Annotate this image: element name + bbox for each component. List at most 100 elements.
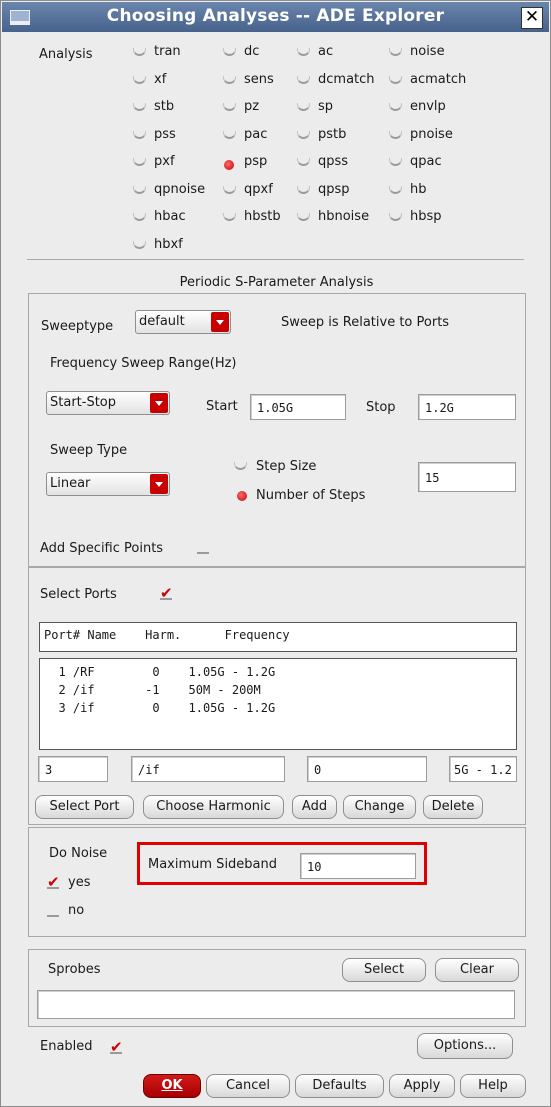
frequency-input[interactable]: 5G - 1.2 [449, 756, 517, 782]
analysis-radio-qpnoise[interactable] [133, 185, 146, 194]
port-number-input[interactable]: 3 [38, 756, 108, 782]
ports-table-header: Port# Name Harm. Frequency [39, 622, 517, 652]
cancel-button[interactable]: Cancel [206, 1074, 290, 1098]
analysis-radio-hbsp[interactable] [389, 213, 402, 221]
sprobes-select-button[interactable]: Select [342, 958, 426, 982]
change-button[interactable]: Change [343, 795, 416, 819]
sweeptype-value: default [139, 314, 185, 329]
analysis-radio-hbnoise[interactable] [297, 213, 310, 221]
analysis-radio-stb[interactable] [133, 103, 146, 111]
select-ports-checkbox[interactable]: ✔ [160, 584, 173, 602]
range-mode-value: Start-Stop [50, 395, 117, 410]
noise-no-checkbox[interactable] [47, 905, 59, 917]
harmonic-input[interactable]: 0 [307, 756, 427, 782]
noise-panel: Do Noise ✔ yes no Maximum Sideband 10 [28, 827, 526, 937]
analysis-label-qpsp: qpsp [318, 181, 350, 197]
sweep-panel: Sweeptype default Sweep is Relative to P… [28, 293, 526, 567]
table-row[interactable]: 2 /if -1 50M - 200M [44, 683, 260, 697]
chevron-down-icon [150, 474, 168, 494]
step-size-label: Step Size [256, 459, 317, 474]
analysis-label-hbxf: hbxf [154, 236, 183, 252]
start-label: Start [206, 399, 238, 414]
title-bar[interactable]: Choosing Analyses -- ADE Explorer ✕ [2, 2, 549, 32]
analysis-radio-qpac[interactable] [389, 158, 402, 166]
num-steps-input[interactable]: 15 [418, 462, 516, 492]
defaults-button[interactable]: Defaults [295, 1074, 384, 1098]
sweeptype-label: Sweeptype [41, 319, 114, 334]
step-size-radio[interactable] [234, 462, 247, 470]
select-port-button[interactable]: Select Port [35, 795, 134, 819]
sweep-type-dropdown[interactable]: Linear [46, 472, 170, 496]
sweeptype-dropdown[interactable]: default [135, 310, 231, 334]
analysis-radio-pxf[interactable] [133, 158, 146, 166]
help-button[interactable]: Help [460, 1074, 526, 1098]
num-steps-radio[interactable] [237, 491, 247, 501]
analysis-radio-pss[interactable] [133, 130, 146, 139]
analysis-radio-pstb[interactable] [297, 130, 310, 139]
analysis-label-envlp: envlp [410, 99, 446, 114]
analysis-label-hbac: hbac [154, 209, 186, 224]
options-button[interactable]: Options... [417, 1033, 513, 1059]
noise-no-label: no [68, 903, 85, 918]
enabled-checkbox[interactable]: ✔ [110, 1038, 123, 1056]
analysis-radio-pac[interactable] [223, 130, 236, 139]
analysis-radio-hbac[interactable] [133, 213, 146, 221]
analysis-radio-qpxf[interactable] [223, 185, 236, 194]
section-title: Periodic S-Parameter Analysis [179, 275, 374, 290]
analysis-radio-pnoise[interactable] [389, 130, 402, 139]
analysis-radio-dcmatch[interactable] [297, 75, 310, 84]
table-row[interactable]: 3 /if 0 1.05G - 1.2G [44, 701, 275, 715]
checkbox-box [160, 595, 172, 600]
analysis-radio-hbxf[interactable] [133, 240, 146, 249]
analysis-radio-pz[interactable] [223, 103, 236, 111]
analysis-label-pstb: pstb [318, 126, 347, 142]
analysis-radio-hb[interactable] [389, 185, 402, 194]
do-noise-label: Do Noise [49, 846, 108, 861]
choose-harmonic-button[interactable]: Choose Harmonic [143, 795, 284, 819]
analysis-label: Analysis [39, 47, 93, 62]
table-row[interactable]: 1 /RF 0 1.05G - 1.2G [44, 665, 275, 679]
close-icon[interactable]: ✕ [521, 7, 543, 29]
ok-button[interactable]: OK [143, 1074, 201, 1098]
apply-button[interactable]: Apply [389, 1074, 455, 1098]
port-name-input[interactable]: /if [131, 756, 285, 782]
sprobes-input[interactable] [37, 990, 515, 1019]
analysis-radio-xf[interactable] [133, 75, 146, 84]
analysis-radio-sp[interactable] [297, 103, 310, 111]
max-sideband-input[interactable]: 10 [300, 853, 416, 879]
analysis-radio-psp[interactable] [224, 160, 234, 170]
analysis-radio-noise[interactable] [389, 48, 402, 56]
add-points-checkbox[interactable] [197, 542, 209, 554]
analysis-label-pac: pac [244, 126, 268, 142]
analysis-radio-hbstb[interactable] [223, 213, 236, 221]
sprobes-clear-button[interactable]: Clear [435, 958, 519, 982]
start-input[interactable]: 1.05G [250, 394, 346, 420]
analysis-radio-tran[interactable] [133, 48, 146, 56]
analysis-label-sens: sens [244, 71, 274, 87]
noise-yes-label: yes [68, 875, 91, 890]
add-button[interactable]: Add [292, 795, 337, 819]
ports-table[interactable]: 1 /RF 0 1.05G - 1.2G 2 /if -1 50M - 200M… [39, 658, 517, 750]
analysis-label-qpss: qpss [318, 154, 349, 169]
max-sideband-label: Maximum Sideband [148, 857, 278, 872]
stop-label: Stop [366, 400, 396, 415]
analysis-radio-dc[interactable] [223, 48, 236, 56]
analysis-label-qpac: qpac [410, 154, 442, 169]
noise-yes-checkbox[interactable]: ✔ [47, 873, 60, 891]
analysis-radio-qpss[interactable] [297, 158, 310, 166]
range-mode-dropdown[interactable]: Start-Stop [46, 391, 170, 415]
sprobes-label: Sprobes [48, 962, 101, 977]
analysis-label-hbnoise: hbnoise [318, 209, 370, 224]
delete-button[interactable]: Delete [423, 795, 483, 819]
analysis-radio-ac[interactable] [297, 48, 310, 56]
stop-input[interactable]: 1.2G [418, 394, 516, 420]
analysis-radio-qpsp[interactable] [297, 185, 310, 194]
analysis-radio-acmatch[interactable] [389, 75, 402, 84]
chevron-down-icon [211, 312, 229, 332]
analysis-label-qpxf: qpxf [244, 181, 273, 197]
analysis-radio-envlp[interactable] [389, 103, 402, 111]
analysis-label-pss: pss [154, 126, 176, 142]
analysis-radio-sens[interactable] [223, 75, 236, 84]
window-title: Choosing Analyses -- ADE Explorer [106, 6, 445, 26]
analysis-label-sp: sp [318, 99, 334, 114]
